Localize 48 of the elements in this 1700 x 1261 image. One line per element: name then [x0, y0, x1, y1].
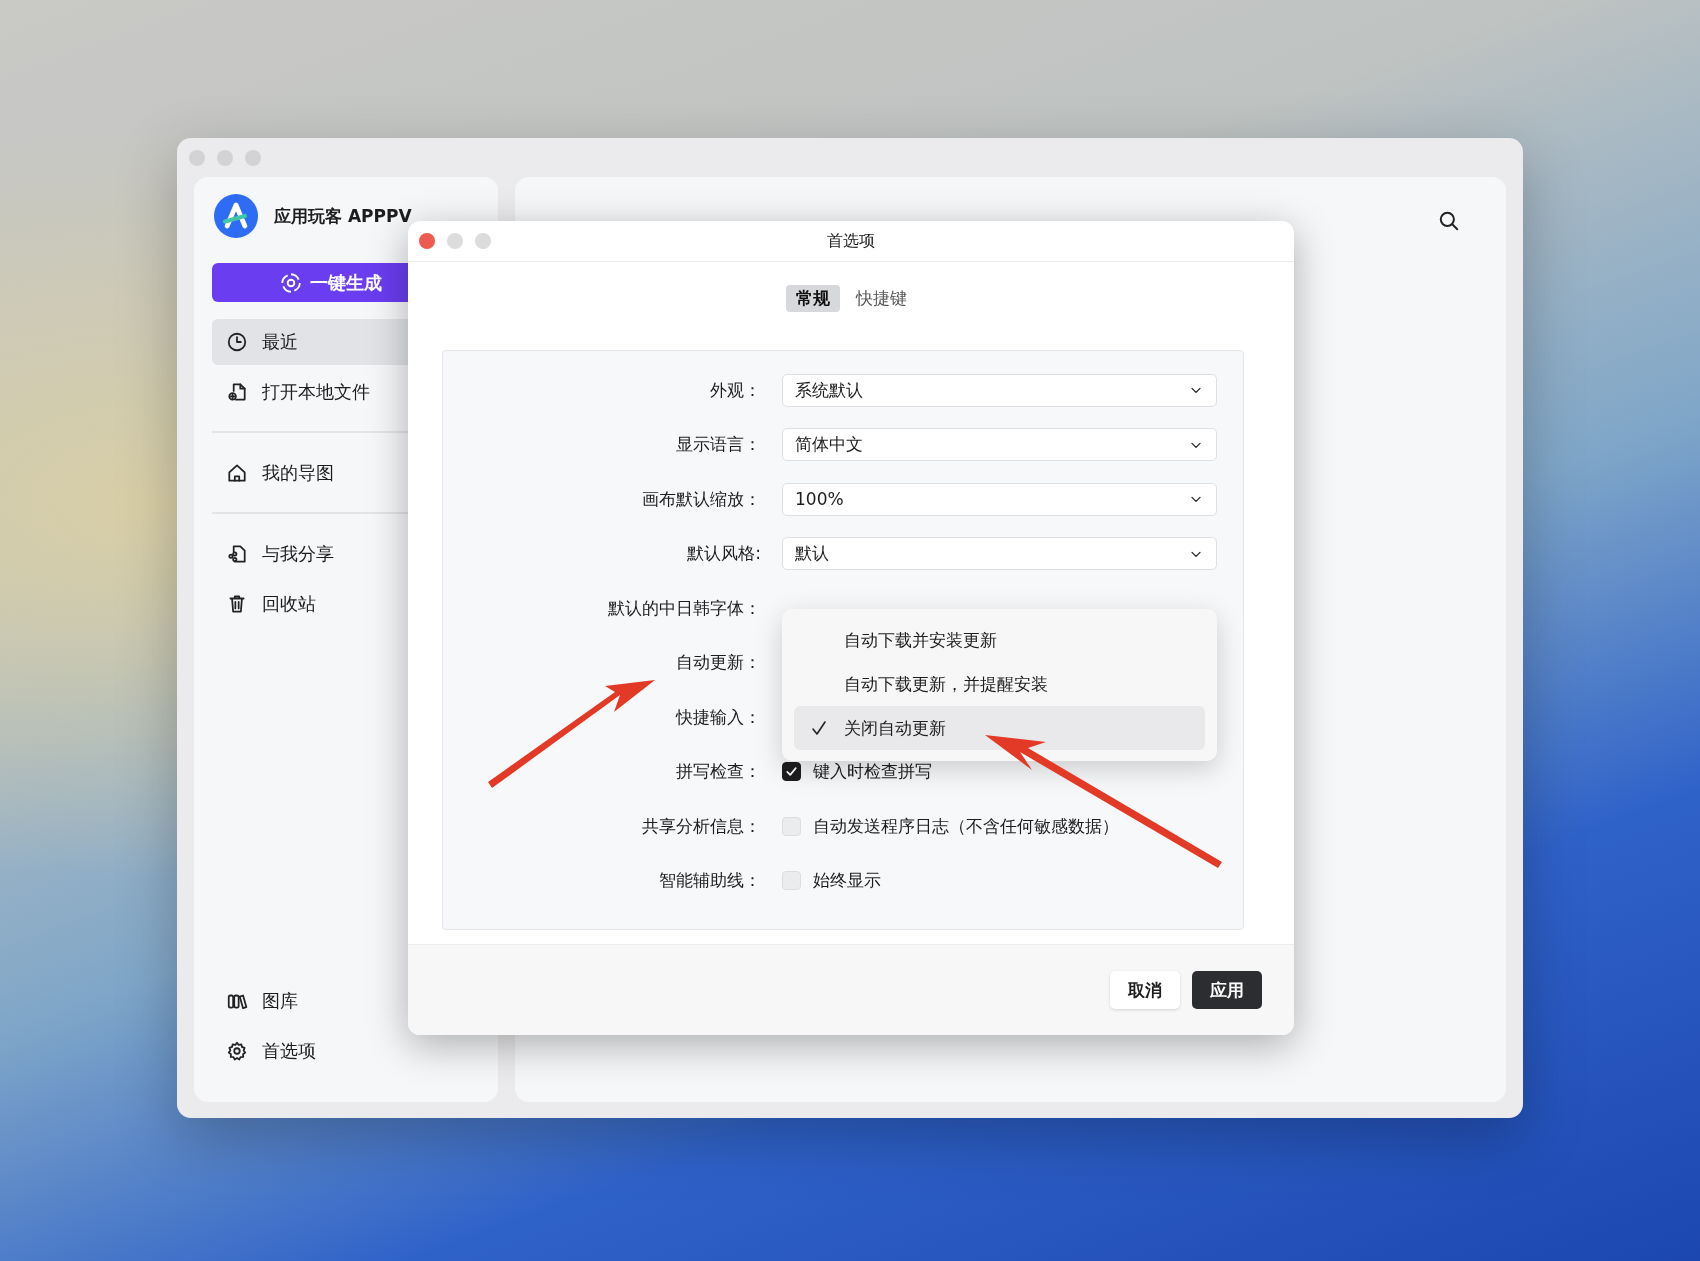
clock-icon	[226, 331, 248, 353]
dialog-title: 首选项	[827, 230, 875, 252]
file-add-icon	[226, 381, 248, 403]
close-button[interactable]	[419, 233, 435, 249]
menu-item[interactable]: 自动下载并安装更新	[794, 618, 1205, 662]
gear-icon	[226, 1040, 248, 1062]
file-share-icon	[226, 543, 248, 565]
tab[interactable]: 常规	[785, 285, 840, 312]
checkbox[interactable]	[782, 762, 801, 782]
window-control[interactable]	[245, 149, 261, 166]
minimize-button[interactable]	[447, 233, 463, 249]
zoom-button[interactable]	[475, 233, 491, 249]
menu-item[interactable]: 自动下载更新，并提醒安装	[794, 662, 1205, 706]
setting-label: 外观：	[709, 378, 762, 402]
setting-label: 显示语言：	[675, 433, 762, 457]
setting-label: 快捷输入：	[674, 705, 762, 729]
apply-button[interactable]: 应用	[1192, 971, 1262, 1009]
window-control[interactable]	[189, 149, 205, 166]
sidebar-item[interactable]: 回收站	[212, 581, 480, 627]
dropdown-select[interactable]: 系统默认	[782, 373, 1217, 407]
checkbox-label: 始终显示	[813, 869, 881, 893]
setting-label: 自动更新：	[675, 651, 762, 675]
setting-label: 默认的中日韩字体：	[607, 596, 762, 620]
dropdown-select[interactable]: 默认	[782, 537, 1217, 571]
sidebar-item[interactable]: 我的导图	[212, 450, 480, 496]
sidebar-item[interactable]: 首选项	[212, 1028, 480, 1074]
setting-label: 智能辅助线：	[658, 869, 762, 893]
app-name: 应用玩客 APPPV	[274, 204, 412, 228]
search-icon[interactable]	[1438, 210, 1460, 232]
app-logo-icon	[214, 194, 258, 238]
tab[interactable]: 快捷键	[845, 285, 917, 312]
house-icon	[226, 462, 248, 484]
window-control[interactable]	[217, 149, 233, 166]
cancel-button[interactable]: 取消	[1110, 971, 1180, 1009]
sidebar-item[interactable]: 打开本地文件	[212, 369, 480, 415]
menu-item[interactable]: 关闭自动更新	[794, 706, 1205, 750]
setting-label: 共享分析信息：	[641, 814, 762, 838]
checkmark-icon	[809, 718, 829, 738]
sparkle-icon	[280, 271, 302, 294]
setting-label: 拼写检查：	[675, 760, 762, 784]
setting-label: 默认风格:	[686, 542, 762, 566]
checkbox-label: 键入时检查拼写	[813, 760, 932, 784]
sidebar-item[interactable]: 与我分享	[212, 531, 480, 577]
setting-label: 画布默认缩放：	[641, 487, 762, 511]
checkbox-label: 自动发送程序日志（不含任何敏感数据）	[813, 814, 1119, 838]
sidebar-item[interactable]: 图库	[212, 978, 480, 1024]
dropdown-select[interactable]: 100%	[782, 482, 1217, 516]
dropdown-select[interactable]: 简体中文	[782, 428, 1217, 462]
